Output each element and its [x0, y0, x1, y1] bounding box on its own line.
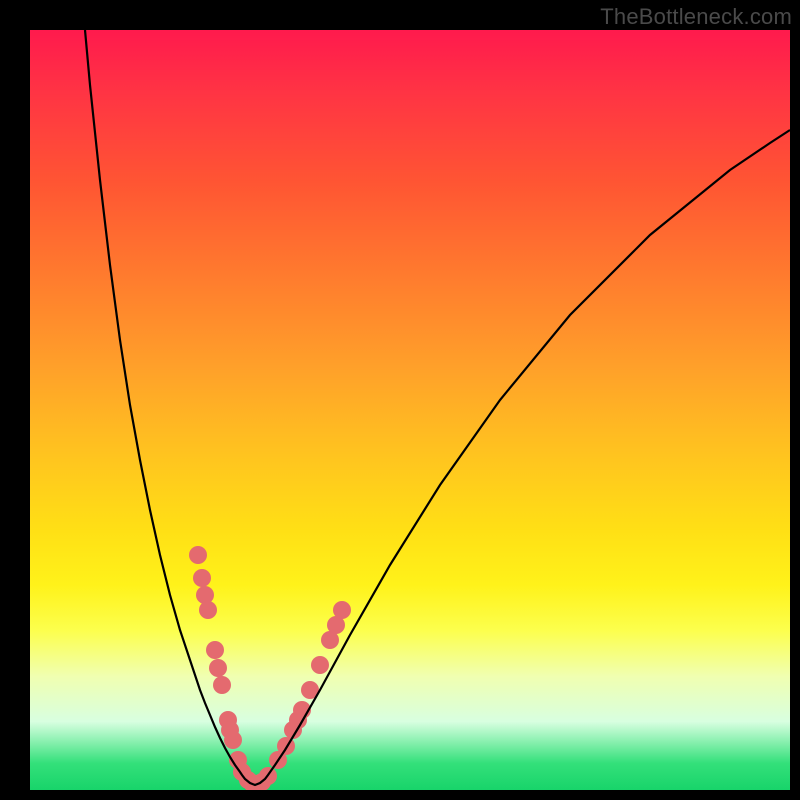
data-marker: [206, 641, 224, 659]
data-marker: [224, 731, 242, 749]
data-marker: [193, 569, 211, 587]
chart-svg: [30, 30, 790, 790]
watermark-text: TheBottleneck.com: [600, 4, 792, 30]
data-marker: [213, 676, 231, 694]
bottleneck-curve: [85, 30, 790, 785]
data-marker: [189, 546, 207, 564]
data-marker: [196, 586, 214, 604]
chart-frame: TheBottleneck.com: [0, 0, 800, 800]
data-marker: [199, 601, 217, 619]
marker-group: [189, 546, 351, 790]
data-marker: [333, 601, 351, 619]
data-marker: [209, 659, 227, 677]
plot-area: [30, 30, 790, 790]
data-marker: [311, 656, 329, 674]
